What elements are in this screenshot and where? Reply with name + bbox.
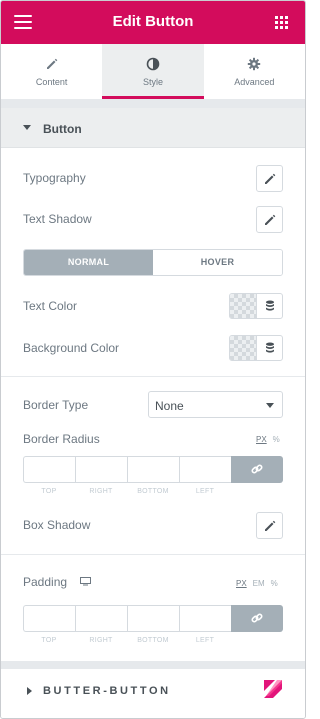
unit-percent[interactable]: % (273, 435, 280, 444)
tab-advanced-label: Advanced (234, 77, 275, 87)
border-radius-top-input[interactable] (23, 456, 75, 483)
dimension-right-label: RIGHT (89, 488, 113, 495)
padding-units: PX EM% (230, 579, 278, 588)
contrast-icon (146, 57, 160, 71)
desktop-icon[interactable] (80, 577, 91, 586)
border-type-select[interactable]: None (148, 391, 283, 418)
border-radius-left-input[interactable] (179, 456, 231, 483)
dimension-top-label: TOP (41, 488, 57, 495)
border-radius-bottom-input[interactable] (127, 456, 179, 483)
divider (1, 554, 305, 555)
background-color-swatch[interactable] (230, 336, 256, 360)
tab-style-label: Style (142, 77, 163, 87)
text-shadow-edit-button[interactable] (256, 206, 283, 233)
typography-label: Typography (23, 171, 86, 185)
tab-advanced[interactable]: Advanced (204, 44, 305, 99)
dimension-right-label: RIGHT (89, 637, 113, 644)
background-color-label: Background Color (23, 341, 120, 355)
butter-button-title: BUTTER-BUTTON (43, 685, 171, 697)
dimension-top-label: TOP (41, 637, 57, 644)
pencil-icon (265, 520, 276, 531)
dimension-bottom-label: BOTTOM (137, 637, 169, 644)
state-tabs: NORMAL HOVER (23, 249, 283, 276)
border-radius-units: PX% (250, 435, 280, 444)
unit-px[interactable]: PX (236, 579, 247, 588)
border-radius-right-input[interactable] (75, 456, 127, 483)
padding-label: Padding (23, 575, 68, 589)
border-radius-label: Border Radius (23, 432, 100, 446)
pencil-icon (265, 173, 276, 184)
padding-right-input[interactable] (75, 605, 127, 632)
tab-content[interactable]: Content (1, 44, 102, 99)
padding-left-input[interactable] (179, 605, 231, 632)
dynamic-tags-button[interactable] (256, 294, 282, 318)
box-shadow-edit-button[interactable] (256, 512, 283, 539)
panel-tabs: Content Style Advanced (1, 44, 305, 99)
border-radius-dimension-labels: TOP RIGHT BOTTOM LEFT (23, 488, 231, 495)
caret-right-icon (27, 687, 32, 695)
text-shadow-label: Text Shadow (23, 212, 92, 226)
box-shadow-label: Box Shadow (23, 518, 91, 532)
editor-panel: Edit Button Content Style Advanced Butto… (0, 0, 306, 719)
border-type-value: None (155, 399, 184, 413)
dynamic-tags-button[interactable] (256, 336, 282, 360)
caret-down-icon (23, 125, 31, 130)
border-type-label: Border Type (23, 398, 89, 412)
padding-dimension-labels: TOP RIGHT BOTTOM LEFT (23, 637, 231, 644)
section-separator (1, 661, 305, 669)
unit-em[interactable]: EM (253, 579, 265, 588)
brand-logo-icon (264, 680, 282, 698)
background-color-control (229, 335, 283, 361)
link-values-button[interactable] (231, 456, 283, 483)
tab-style[interactable]: Style (102, 44, 204, 99)
unit-px[interactable]: PX (256, 435, 267, 444)
text-color-control (229, 293, 283, 319)
gear-icon (248, 57, 261, 71)
section-separator (1, 99, 305, 108)
tab-hover[interactable]: HOVER (153, 250, 282, 275)
link-icon (251, 613, 263, 623)
padding-bottom-input[interactable] (127, 605, 179, 632)
typography-edit-button[interactable] (256, 165, 283, 192)
dimension-bottom-label: BOTTOM (137, 488, 169, 495)
link-values-button[interactable] (231, 605, 283, 632)
butter-button-section[interactable]: BUTTER-BUTTON (1, 669, 305, 718)
grid-icon[interactable] (275, 16, 288, 29)
pencil-icon (265, 214, 276, 225)
section-title: Button (43, 122, 82, 136)
panel-title: Edit Button (112, 13, 194, 30)
dimension-left-label: LEFT (195, 637, 215, 644)
section-toggle-button[interactable]: Button (1, 108, 305, 148)
tab-content-label: Content (35, 77, 68, 87)
pencil-icon (46, 58, 57, 69)
padding-inputs (23, 605, 283, 632)
chevron-down-icon (266, 403, 274, 408)
dimension-left-label: LEFT (195, 488, 215, 495)
tab-normal[interactable]: NORMAL (24, 250, 153, 275)
link-icon (251, 464, 263, 474)
panel-header: Edit Button (1, 1, 305, 44)
database-icon (266, 300, 274, 311)
text-color-label: Text Color (23, 299, 78, 313)
text-color-swatch[interactable] (230, 294, 256, 318)
divider (1, 376, 305, 377)
unit-percent[interactable]: % (271, 579, 278, 588)
border-radius-inputs (23, 456, 283, 483)
padding-top-input[interactable] (23, 605, 75, 632)
database-icon (266, 342, 274, 353)
